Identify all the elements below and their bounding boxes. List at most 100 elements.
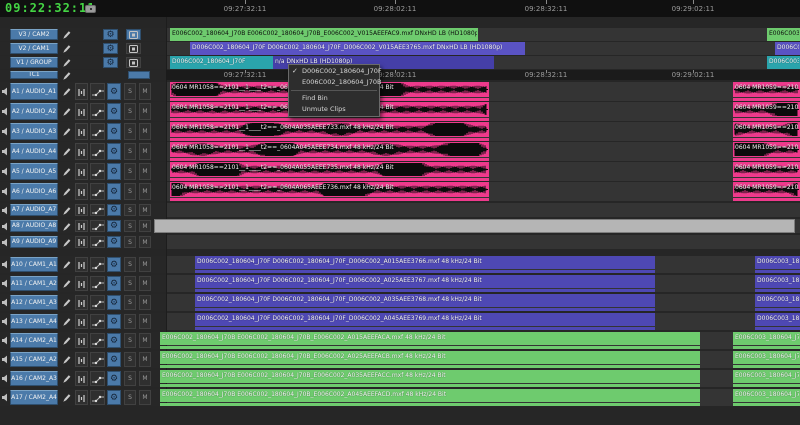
track-button-a3[interactable]: A3 / AUDIO_A3 bbox=[10, 123, 58, 140]
track-button-a9[interactable]: A9 / AUDIO_A9 bbox=[10, 236, 58, 248]
solo-button[interactable]: S bbox=[124, 295, 136, 310]
track-settings-button[interactable]: ⚙ bbox=[107, 314, 121, 329]
mute-button[interactable]: M bbox=[139, 220, 151, 232]
automation-toggle[interactable] bbox=[90, 103, 105, 120]
speaker-icon[interactable] bbox=[2, 222, 9, 231]
pencil-icon[interactable] bbox=[63, 336, 71, 345]
speaker-icon[interactable] bbox=[2, 238, 9, 247]
automation-toggle[interactable] bbox=[90, 333, 105, 348]
clip-a16[interactable]: E006C002_180604_J70B E006C002_180604_J70… bbox=[160, 370, 700, 383]
mute-button[interactable]: M bbox=[139, 236, 151, 248]
solo-button[interactable]: S bbox=[124, 183, 136, 200]
waveform-toggle[interactable] bbox=[75, 314, 88, 329]
track-settings-button[interactable]: ⚙ bbox=[107, 352, 121, 367]
waveform-toggle[interactable] bbox=[75, 103, 88, 120]
clip-a17[interactable]: E006C003_180604_J70B bbox=[733, 389, 800, 402]
solo-button[interactable]: S bbox=[124, 163, 136, 180]
solo-button[interactable]: S bbox=[124, 333, 136, 348]
automation-toggle[interactable] bbox=[90, 163, 105, 180]
automation-toggle[interactable] bbox=[90, 123, 105, 140]
speaker-icon[interactable] bbox=[2, 279, 9, 288]
waveform-toggle[interactable] bbox=[75, 352, 88, 367]
pencil-icon[interactable] bbox=[63, 127, 71, 136]
track-settings-button[interactable]: ⚙ bbox=[107, 204, 121, 216]
speaker-icon[interactable] bbox=[2, 187, 9, 196]
clip-v2[interactable]: D006C002_180604_J70F D006C002_180604_J70… bbox=[190, 42, 525, 55]
solo-button[interactable]: S bbox=[124, 204, 136, 216]
track-settings-button[interactable]: ⚙ bbox=[103, 43, 118, 54]
clip-v3[interactable]: E006C002_180604_J70B E006C002_180604_J70… bbox=[170, 28, 478, 41]
toolbar-button[interactable] bbox=[85, 5, 96, 13]
pencil-icon[interactable] bbox=[63, 238, 71, 247]
track-button-a2[interactable]: A2 / AUDIO_A2 bbox=[10, 103, 58, 120]
menu-item-d006c002-180604-j70f[interactable]: ✓D006C002_180604_J70F bbox=[289, 66, 379, 77]
mute-button[interactable]: M bbox=[139, 352, 151, 367]
automation-toggle[interactable] bbox=[90, 276, 105, 291]
pencil-icon[interactable] bbox=[63, 374, 71, 383]
speaker-icon[interactable] bbox=[2, 336, 9, 345]
track-settings-button[interactable]: ⚙ bbox=[103, 57, 118, 68]
clip-a13[interactable]: D006C003_180604_J70F bbox=[755, 313, 800, 326]
speaker-icon[interactable] bbox=[2, 147, 9, 156]
automation-toggle[interactable] bbox=[90, 390, 105, 405]
clip-v1[interactable]: D006C003_180604_J70F bbox=[767, 56, 800, 69]
clip-a4[interactable]: 0604 MR1059==2101 bbox=[733, 142, 800, 157]
speaker-icon[interactable] bbox=[2, 107, 9, 116]
clip-a8[interactable] bbox=[154, 219, 795, 233]
clip-a12[interactable]: D006C002_180604_J70F D006C002_180604_J70… bbox=[195, 294, 655, 307]
monitor-button[interactable] bbox=[126, 43, 141, 54]
track-settings-button[interactable]: ⚙ bbox=[107, 123, 121, 140]
solo-button[interactable]: S bbox=[124, 314, 136, 329]
speaker-icon[interactable] bbox=[2, 87, 9, 96]
clip-a3[interactable]: 0604 MR1058==2101__1____t2==_0604A035AEE… bbox=[170, 122, 489, 137]
waveform-toggle[interactable] bbox=[75, 143, 88, 160]
track-settings-button[interactable]: ⚙ bbox=[107, 333, 121, 348]
clip-v2[interactable]: D006C003_180604_J70F bbox=[775, 42, 800, 55]
clip-a5[interactable]: 0604 MR1058==2101__1____t2==_0604A055AEE… bbox=[170, 162, 489, 177]
mute-button[interactable]: M bbox=[139, 371, 151, 386]
clip-a14[interactable]: E006C003_180604_J70B bbox=[733, 332, 800, 345]
track-button-a12[interactable]: A12 / CAM1_A3 bbox=[10, 295, 58, 310]
automation-toggle[interactable] bbox=[90, 314, 105, 329]
clip-a11[interactable]: D006C003_180604_J70F bbox=[755, 275, 800, 288]
track-button-v2[interactable]: V2 / CAM1 bbox=[10, 43, 58, 54]
speaker-icon[interactable] bbox=[2, 355, 9, 364]
speaker-icon[interactable] bbox=[2, 167, 9, 176]
track-button-a13[interactable]: A13 / CAM1_A4 bbox=[10, 314, 58, 329]
track-settings-button[interactable]: ⚙ bbox=[103, 29, 118, 40]
clip-a15[interactable]: E006C003_180604_J70B bbox=[733, 351, 800, 364]
track-button-a15[interactable]: A15 / CAM2_A2 bbox=[10, 352, 58, 367]
solo-button[interactable]: S bbox=[124, 371, 136, 386]
mute-button[interactable]: M bbox=[139, 276, 151, 291]
automation-toggle[interactable] bbox=[90, 371, 105, 386]
track-button-a11[interactable]: A11 / CAM1_A2 bbox=[10, 276, 58, 291]
solo-button[interactable]: S bbox=[124, 220, 136, 232]
speaker-icon[interactable] bbox=[2, 206, 9, 215]
track-settings-button[interactable]: ⚙ bbox=[107, 276, 121, 291]
pencil-icon[interactable] bbox=[63, 206, 71, 215]
clip-a3[interactable]: 0604 MR1059==2101 bbox=[733, 122, 800, 137]
track-settings-button[interactable]: ⚙ bbox=[107, 103, 121, 120]
track-settings-button[interactable]: ⚙ bbox=[107, 257, 121, 272]
waveform-toggle[interactable] bbox=[75, 276, 88, 291]
speaker-icon[interactable] bbox=[2, 127, 9, 136]
mute-button[interactable]: M bbox=[139, 390, 151, 405]
waveform-toggle[interactable] bbox=[75, 183, 88, 200]
track-button-a6[interactable]: A6 / AUDIO_A6 bbox=[10, 183, 58, 200]
pencil-icon[interactable] bbox=[63, 58, 71, 67]
tc-track-cell[interactable] bbox=[128, 71, 150, 79]
track-button-a14[interactable]: A14 / CAM2_A1 bbox=[10, 333, 58, 348]
waveform-toggle[interactable] bbox=[75, 371, 88, 386]
waveform-toggle[interactable] bbox=[75, 83, 88, 100]
track-button-a4[interactable]: A4 / AUDIO_A4 bbox=[10, 143, 58, 160]
clip-a10[interactable]: D006C002_180604_J70F D006C002_180604_J70… bbox=[195, 256, 655, 269]
speaker-icon[interactable] bbox=[2, 317, 9, 326]
track-button-a8[interactable]: A8 / AUDIO_A8 bbox=[10, 220, 58, 232]
pencil-icon[interactable] bbox=[63, 260, 71, 269]
waveform-toggle[interactable] bbox=[75, 220, 88, 232]
track-button-a7[interactable]: A7 / AUDIO_A7 bbox=[10, 204, 58, 216]
clip-a14[interactable]: E006C002_180604_J70B E006C002_180604_J70… bbox=[160, 332, 700, 345]
automation-toggle[interactable] bbox=[90, 236, 105, 248]
pencil-icon[interactable] bbox=[63, 107, 71, 116]
pencil-icon[interactable] bbox=[63, 187, 71, 196]
